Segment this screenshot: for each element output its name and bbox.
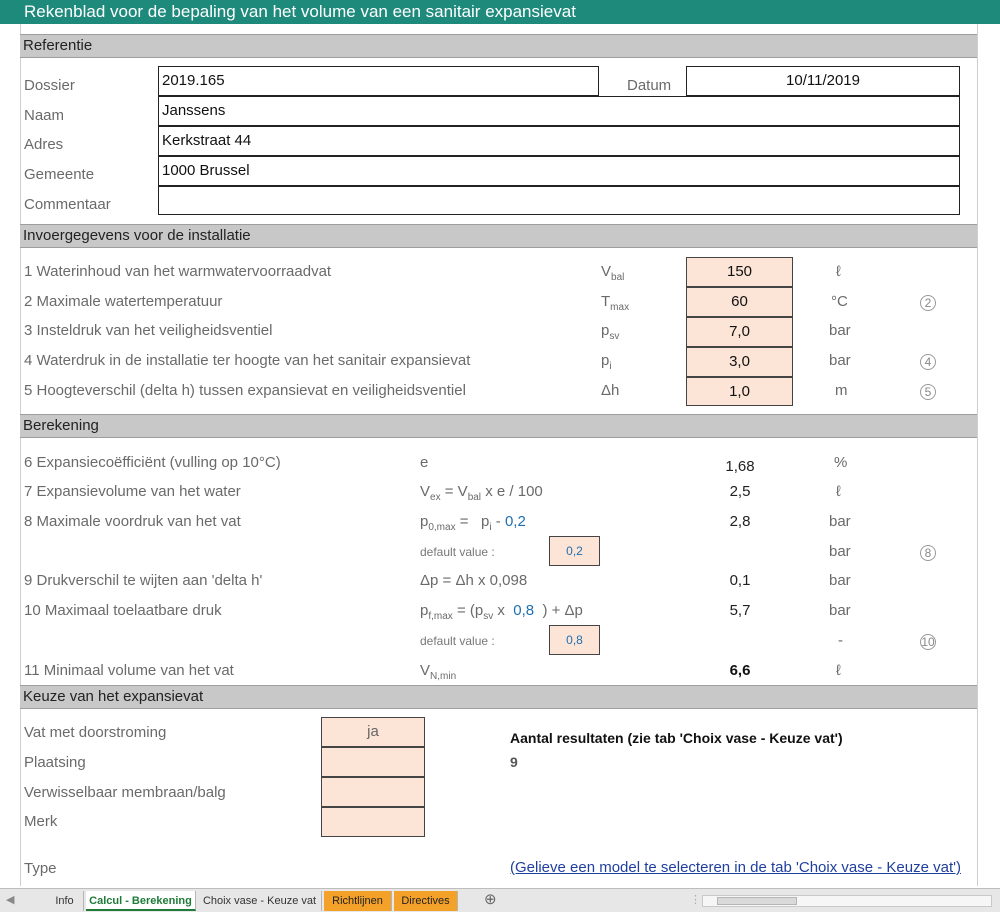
- scrollbar-thumb[interactable]: [717, 897, 797, 905]
- calc-row-formula: e: [420, 454, 429, 471]
- invoer-row-unit: bar: [829, 352, 851, 369]
- invoer-row-label: 2 Maximale watertemperatuur: [24, 293, 223, 310]
- more-options-icon[interactable]: ⋮: [690, 893, 701, 906]
- invoer-row-label: 5 Hoogteverschil (delta h) tussen expans…: [24, 382, 466, 399]
- tab-richtlijnen[interactable]: Richtlijnen: [324, 891, 392, 911]
- invoer-row-symbol: psv: [601, 322, 620, 342]
- calc-vn-min-value: 6,6: [729, 662, 751, 679]
- default-value-input-0-8[interactable]: 0,8: [549, 625, 600, 655]
- doorstroming-label: Vat met doorstroming: [24, 724, 167, 741]
- aantal-resultaten-value: 9: [510, 754, 518, 770]
- calc-row-formula: Vex = Vbal x e / 100: [420, 483, 543, 503]
- aantal-resultaten-label: Aantal resultaten (zie tab 'Choix vase -…: [510, 730, 843, 746]
- gemeente-label: Gemeente: [24, 166, 95, 183]
- factor-0-8: 0,8: [513, 602, 535, 619]
- membraan-select[interactable]: [321, 777, 425, 807]
- calc-v-ex-value: 2,5: [729, 483, 751, 500]
- invoer-row-symbol: pi: [601, 352, 612, 372]
- datum-label: Datum: [627, 77, 672, 94]
- calc-delta-p-value: 0,1: [729, 572, 751, 589]
- merk-label: Merk: [24, 813, 58, 830]
- tab-choix-vase[interactable]: Choix vase - Keuze vat: [198, 891, 322, 911]
- sheet-tab-bar: ◀ Info Calcul - Berekening Choix vase - …: [0, 888, 1000, 912]
- input-t-max[interactable]: 60: [686, 287, 793, 317]
- section-referentie: Referentie: [20, 34, 977, 58]
- commentaar-label: Commentaar: [24, 196, 111, 213]
- add-sheet-icon[interactable]: ⊕: [484, 890, 497, 908]
- invoer-row-unit: bar: [829, 322, 851, 339]
- calc-row-unit: bar: [829, 513, 851, 530]
- default-value-input-0-2[interactable]: 0,2: [549, 536, 600, 566]
- gemeente-field[interactable]: 1000 Brussel: [158, 156, 960, 186]
- invoer-row-symbol: Tmax: [601, 293, 630, 313]
- calc-pf-value: 5,7: [729, 602, 751, 619]
- calc-row-unit: ℓ: [836, 662, 841, 679]
- type-label: Type: [24, 860, 57, 877]
- calc-row-formula: p0,max = pi - 0,2: [420, 513, 526, 533]
- default-value-label: default value :: [420, 545, 495, 559]
- calc-row-unit: -: [838, 632, 843, 649]
- dossier-label: Dossier: [24, 77, 75, 94]
- select-model-link[interactable]: (Gelieve een model te selecteren in de t…: [510, 859, 961, 876]
- plaatsing-select[interactable]: [321, 747, 425, 777]
- commentaar-field[interactable]: [158, 186, 960, 215]
- calc-p0-value: 2,8: [729, 513, 751, 530]
- calc-row-unit: bar: [829, 543, 851, 560]
- calc-row-label: 7 Expansievolume van het water: [24, 483, 241, 500]
- invoer-row-symbol: Vbal: [601, 263, 625, 283]
- note-8-icon[interactable]: 8: [920, 545, 936, 561]
- invoer-row-label: 3 Insteldruk van het veiligheidsventiel: [24, 322, 273, 339]
- section-invoergegevens: Invoergegevens voor de installatie: [20, 224, 977, 248]
- invoer-row-unit: ℓ: [836, 263, 841, 280]
- input-p-i[interactable]: 3,0: [686, 347, 793, 377]
- calc-row-unit: bar: [829, 572, 851, 589]
- window-title: Rekenblad voor de bepaling van het volum…: [0, 0, 1000, 24]
- default-value-label: default value :: [420, 634, 495, 648]
- invoer-row-label: 1 Waterinhoud van het warmwatervoorraadv…: [24, 263, 332, 280]
- membraan-label: Verwisselbaar membraan/balg: [24, 784, 226, 801]
- calc-row-label: 9 Drukverschil te wijten aan 'delta h': [24, 572, 263, 589]
- tab-info[interactable]: Info: [46, 891, 84, 911]
- datum-field[interactable]: 10/11/2019: [686, 66, 960, 96]
- tab-calcul-berekening[interactable]: Calcul - Berekening: [86, 891, 196, 911]
- tab-directives[interactable]: Directives: [394, 891, 458, 911]
- calc-e-value: 1,68: [725, 458, 755, 475]
- horizontal-scrollbar[interactable]: [702, 895, 992, 907]
- calc-row-label: 8 Maximale voordruk van het vat: [24, 513, 241, 530]
- calc-row-formula: pf,max = (psv x 0,8 ) + Δp: [420, 602, 583, 622]
- calc-row-label: 11 Minimaal volume van het vat: [24, 662, 234, 679]
- adres-label: Adres: [24, 136, 64, 153]
- section-berekening: Berekening: [20, 414, 977, 438]
- input-v-bal[interactable]: 150: [686, 257, 793, 287]
- invoer-row-unit: °C: [831, 293, 848, 310]
- merk-select[interactable]: [321, 807, 425, 837]
- note-5-icon[interactable]: 5: [920, 384, 936, 400]
- naam-label: Naam: [24, 107, 65, 124]
- invoer-row-label: 4 Waterdruk in de installatie ter hoogte…: [24, 352, 471, 369]
- plaatsing-label: Plaatsing: [24, 754, 86, 771]
- input-p-sv[interactable]: 7,0: [686, 317, 793, 347]
- doorstroming-select[interactable]: ja: [321, 717, 425, 747]
- calc-row-formula: Δp = Δh x 0,098: [420, 572, 528, 589]
- calc-row-formula: VN,min: [420, 662, 457, 682]
- invoer-row-unit: m: [835, 382, 848, 399]
- note-2-icon[interactable]: 2: [920, 295, 936, 311]
- scroll-tabs-left-icon[interactable]: ◀: [6, 893, 14, 906]
- calc-row-label: 6 Expansiecoëfficiënt (vulling op 10°C): [24, 454, 281, 471]
- calc-row-unit: %: [834, 454, 848, 471]
- invoer-row-symbol: Δh: [601, 382, 620, 399]
- calc-row-unit: ℓ: [836, 483, 841, 500]
- factor-0-2: 0,2: [504, 513, 526, 530]
- input-delta-h[interactable]: 1,0: [686, 377, 793, 406]
- note-10-icon[interactable]: 10: [920, 634, 936, 650]
- calc-row-unit: bar: [829, 602, 851, 619]
- calc-row-label: 10 Maximaal toelaatbare druk: [24, 602, 222, 619]
- adres-field[interactable]: Kerkstraat 44: [158, 126, 960, 156]
- note-4-icon[interactable]: 4: [920, 354, 936, 370]
- naam-field[interactable]: Janssens: [158, 96, 960, 126]
- section-keuze: Keuze van het expansievat: [20, 685, 977, 709]
- dossier-field[interactable]: 2019.165: [158, 66, 599, 96]
